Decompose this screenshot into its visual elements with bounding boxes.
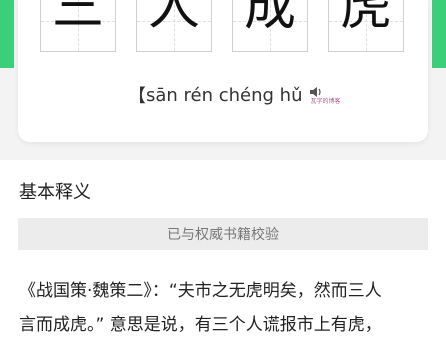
section-title: 基本释义 bbox=[19, 182, 91, 203]
verified-label: 已与权威书籍校验 bbox=[167, 227, 279, 243]
character-glyph: 虎 bbox=[339, 0, 392, 37]
watermark-text: 瓦字的博客 bbox=[310, 98, 341, 105]
explanation-text: 《战国策·魏策二》：“夫市之无虎明矣，然而三人 言而成虎。” 意思是说，有三个人… bbox=[19, 274, 429, 342]
character-box: 成 bbox=[232, 0, 308, 52]
character-box: 三 bbox=[40, 0, 116, 52]
speaker-button[interactable]: 瓦字的博客 bbox=[309, 83, 343, 107]
character-glyph: 成 bbox=[243, 0, 296, 37]
verified-badge: 已与权威书籍校验 bbox=[18, 218, 428, 250]
accent-strip-right bbox=[432, 0, 446, 68]
pinyin-open-bracket: 【 bbox=[128, 86, 146, 107]
character-glyph: 三 bbox=[51, 0, 104, 37]
character-box: 虎 bbox=[328, 0, 404, 52]
character-box: 人 bbox=[136, 0, 212, 52]
accent-strip-left bbox=[0, 0, 14, 68]
pinyin-row: 【 sān rén chéng hǔ 瓦字的博客 bbox=[128, 82, 343, 108]
explanation-line: 言而成虎。” 意思是说，有三个人谎报市上有虎， bbox=[19, 315, 382, 335]
idiom-card: 三 人 成 虎 【 sān rén chéng hǔ 瓦字的博客 bbox=[18, 0, 428, 142]
pinyin-text: sān rén chéng hǔ bbox=[146, 84, 303, 106]
explanation-line: 《战国策·魏策二》：“夫市之无虎明矣，然而三人 bbox=[19, 281, 382, 301]
character-grid: 三 人 成 虎 bbox=[40, 0, 404, 54]
character-glyph: 人 bbox=[147, 0, 200, 37]
